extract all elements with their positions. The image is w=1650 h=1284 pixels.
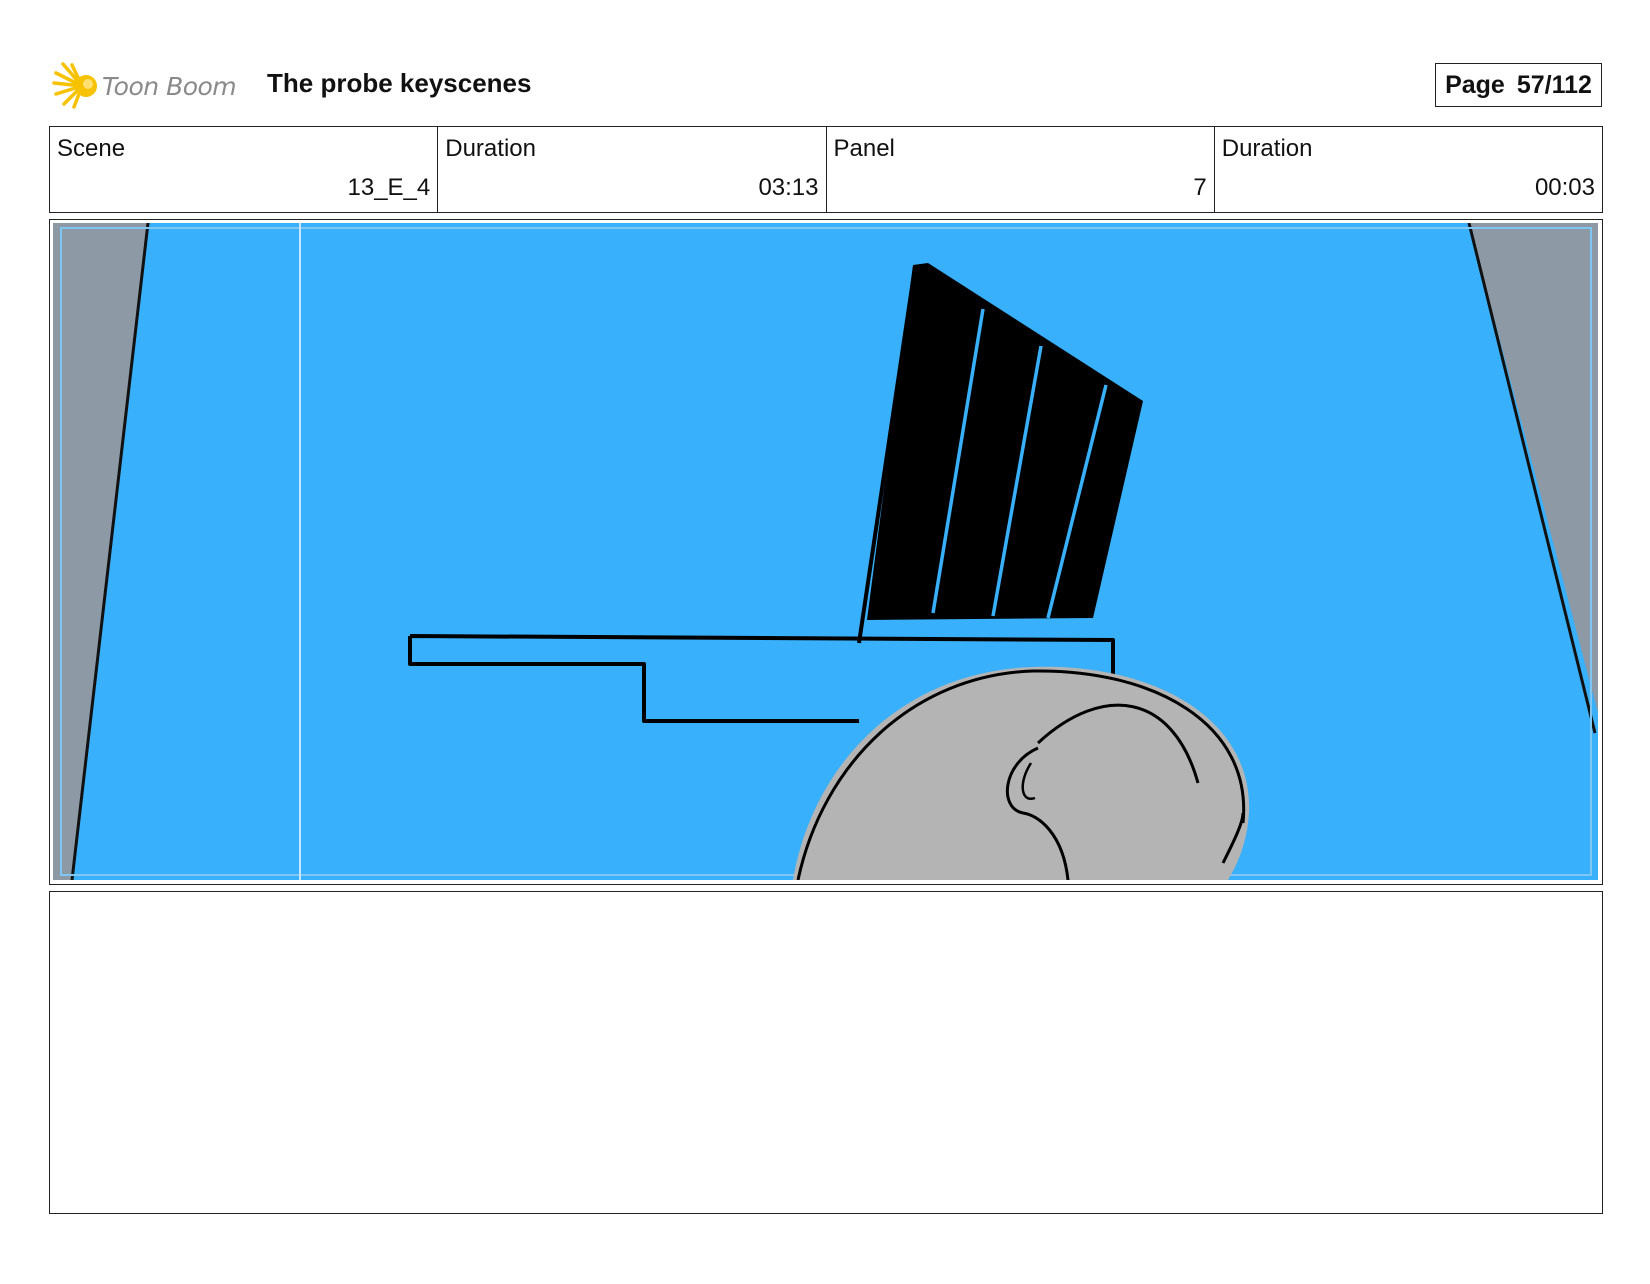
document-title: The probe keyscenes [267,68,532,98]
panel-label: Panel [833,135,895,162]
sky-background [53,223,1598,880]
scene-duration-value: 03:13 [758,174,819,201]
panel-notes-box [49,891,1603,1214]
panel-duration-value: 00:03 [1534,174,1595,201]
scene-duration-cell: Duration 03:13 [438,127,827,212]
scene-duration-label: Duration [445,135,536,162]
page-number: 57/112 [1516,70,1592,99]
panel-duration-cell: Duration 00:03 [1215,127,1602,212]
panel-duration-label: Duration [1221,135,1313,162]
panel-cell: Panel 7 [827,127,1215,212]
scene-cell: Scene 13_E_4 [50,127,439,212]
scene-info-table: Scene 13_E_4 Duration 03:13 Panel 7 Dura… [49,126,1603,213]
panel-drawing [53,223,1598,880]
toon-boom-star-burst-icon [52,62,97,109]
scene-value: 13_E_4 [347,174,431,201]
storyboard-panel [49,219,1603,885]
page-label: Page [1445,70,1505,99]
logo-text: Toon Boom [102,71,237,101]
scene-label: Scene [57,135,126,162]
toon-boom-logo: Toon Boom [52,58,252,114]
panel-value: 7 [1193,174,1207,201]
page-indicator: Page 57/112 [1435,63,1602,107]
